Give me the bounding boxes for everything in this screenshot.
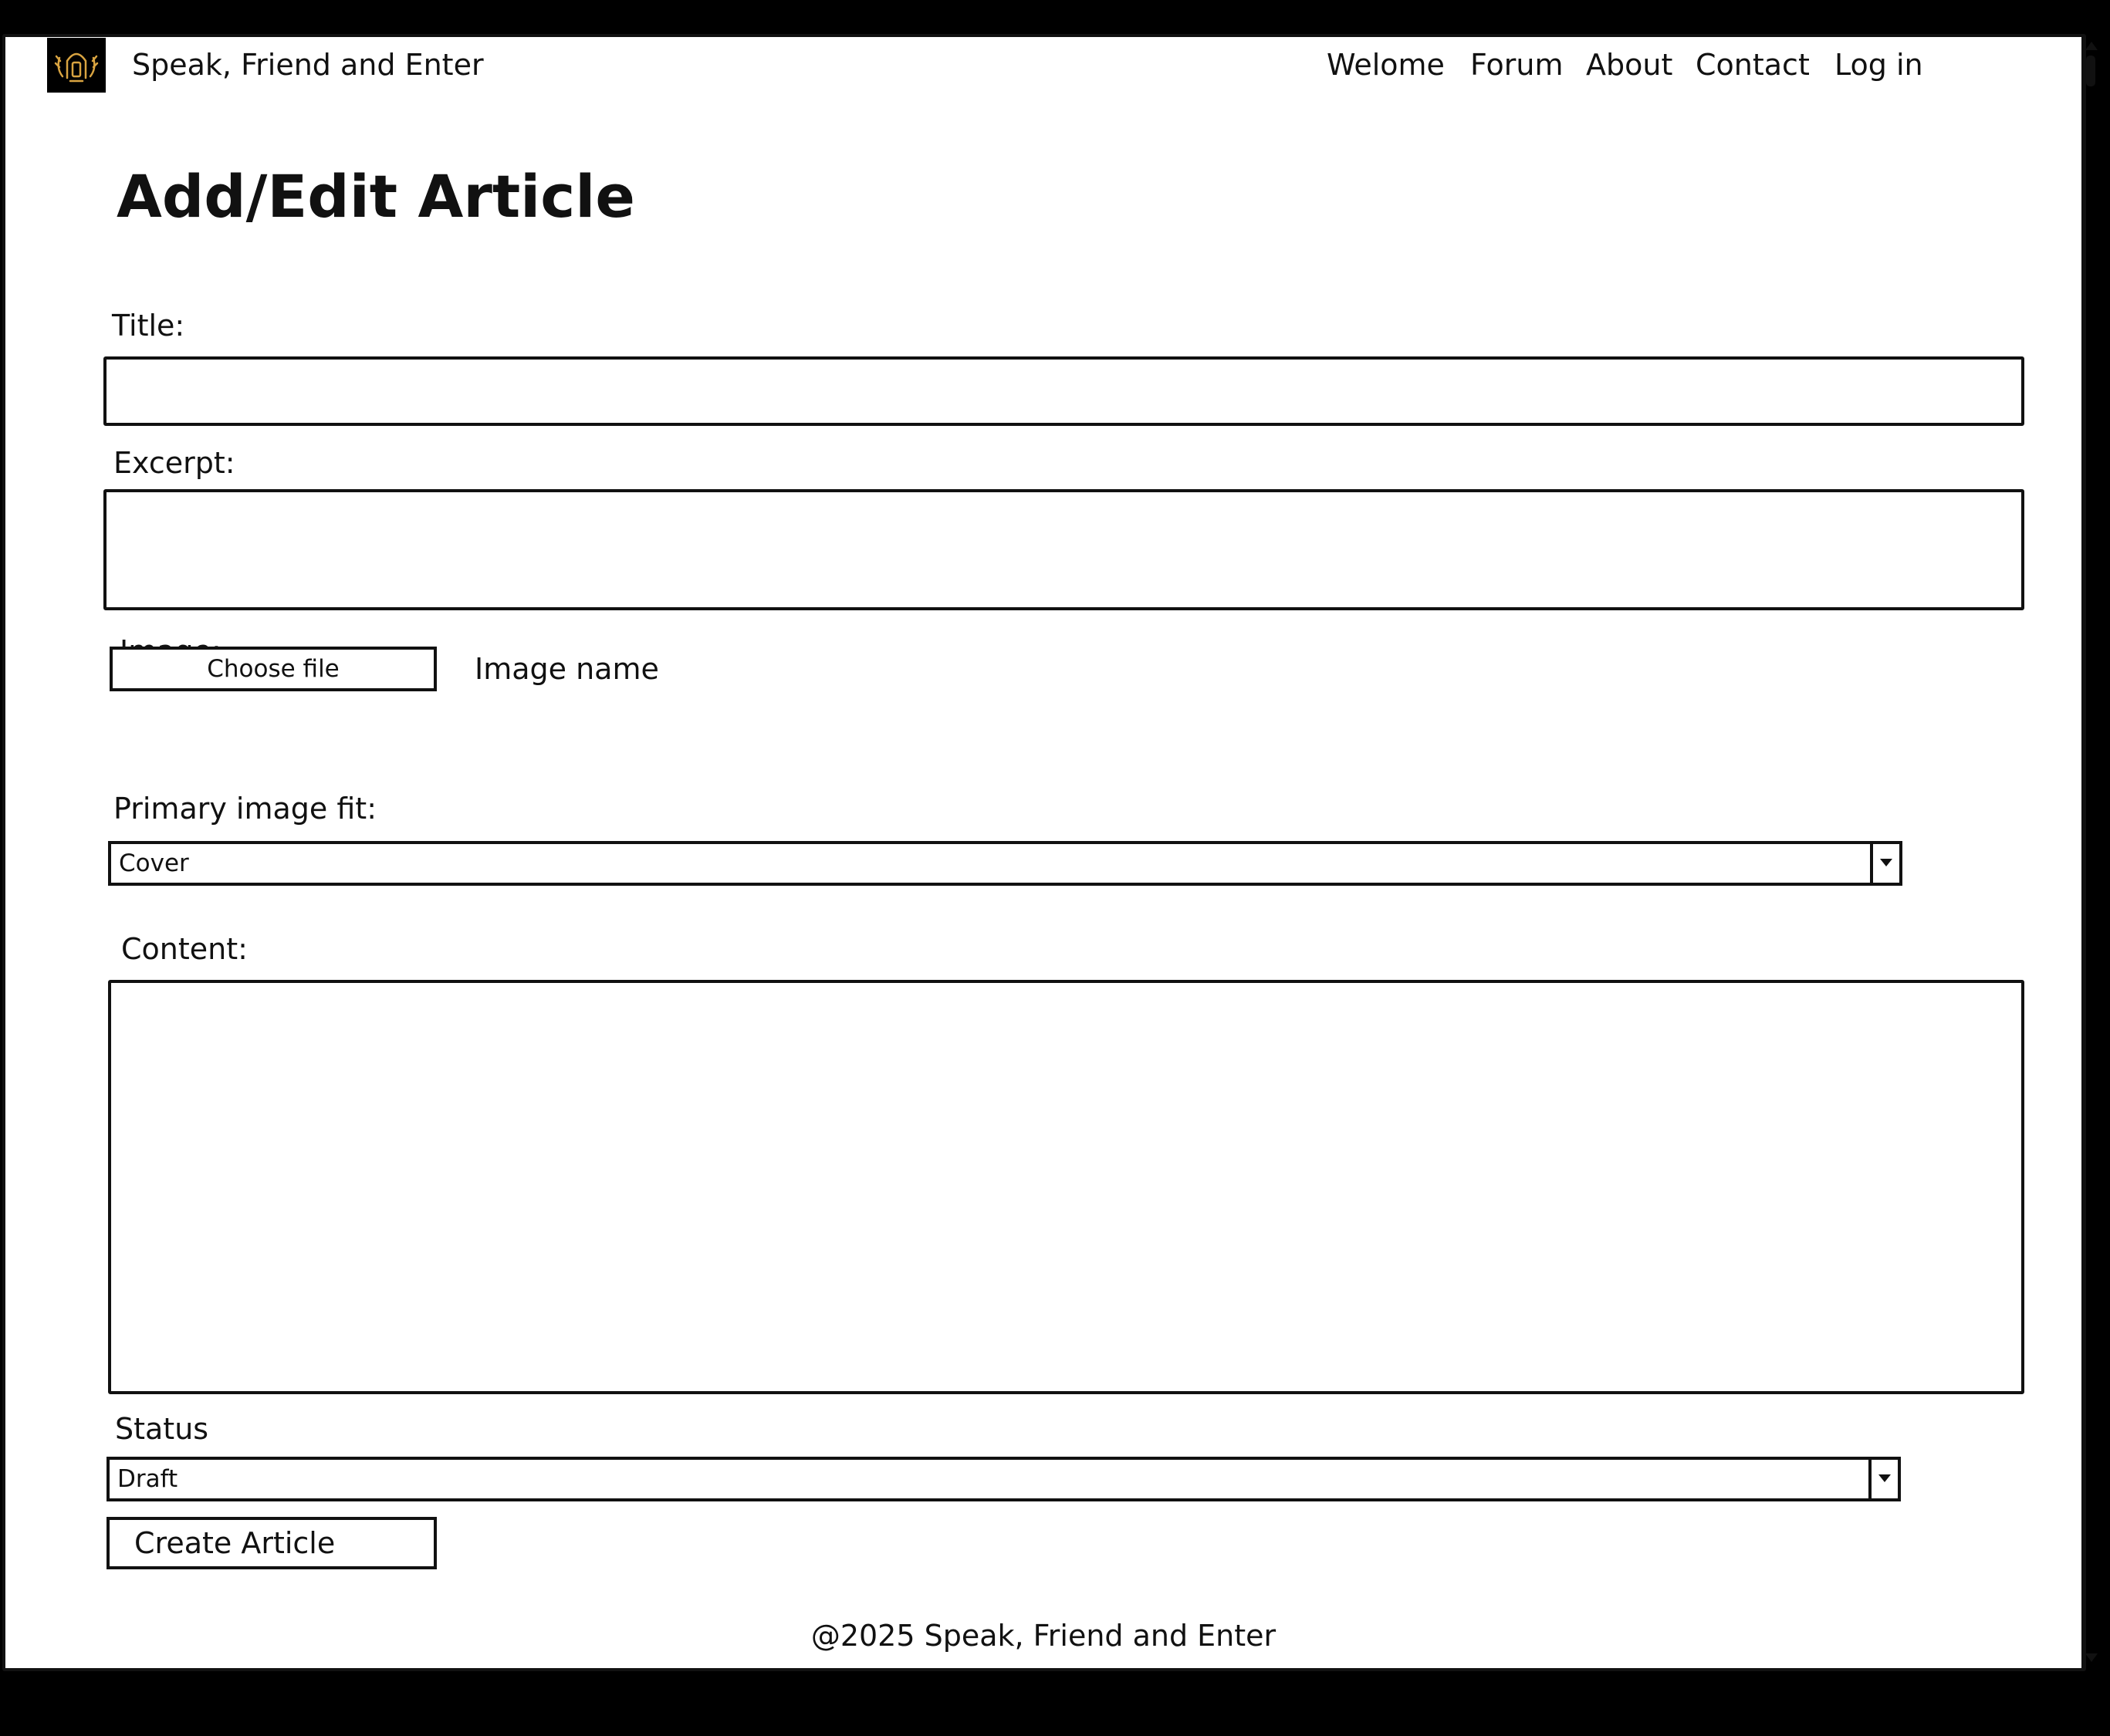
nav-link-login[interactable]: Log in (1834, 42, 1923, 88)
nav-link-forum[interactable]: Forum (1470, 42, 1563, 88)
content-textarea[interactable] (108, 980, 2024, 1394)
logo-emblem-icon (54, 52, 99, 83)
page-title: Add/Edit Article (117, 162, 635, 231)
image-name-text: Image name (475, 652, 659, 686)
chevron-down-icon[interactable] (1870, 844, 1899, 883)
content-label: Content: (121, 932, 248, 966)
scroll-up-arrow-icon[interactable] (2085, 42, 2098, 50)
excerpt-textarea[interactable] (103, 489, 2024, 610)
nav-link-contact[interactable]: Contact (1696, 42, 1810, 88)
excerpt-label: Excerpt: (113, 446, 235, 480)
browser-window: Speak, Friend and Enter Welome Forum Abo… (2, 34, 2098, 1671)
footer-copyright: @2025 Speak, Friend and Enter (810, 1619, 1276, 1653)
status-value: Draft (117, 1465, 178, 1493)
title-input[interactable] (103, 356, 2024, 426)
chevron-down-icon[interactable] (1868, 1460, 1898, 1498)
image-fit-label: Primary image fit: (113, 792, 377, 826)
nav-link-welcome[interactable]: Welome (1327, 42, 1445, 88)
title-label: Title: (112, 309, 185, 343)
image-fit-value: Cover (119, 849, 189, 877)
site-logo[interactable] (47, 38, 106, 93)
status-label: Status (115, 1412, 209, 1446)
site-name[interactable]: Speak, Friend and Enter (132, 42, 484, 88)
scrollbar-thumb[interactable] (2086, 56, 2095, 86)
choose-file-button[interactable]: Choose file (110, 647, 437, 691)
nav-link-about[interactable]: About (1586, 42, 1672, 88)
scroll-down-arrow-icon[interactable] (2085, 1653, 2098, 1662)
window-bottom-bar (0, 1671, 2110, 1736)
status-select[interactable]: Draft (107, 1457, 1901, 1501)
vertical-scrollbar[interactable] (2081, 37, 2100, 1668)
image-fit-select[interactable]: Cover (108, 841, 1902, 886)
create-article-button[interactable]: Create Article (107, 1517, 437, 1569)
